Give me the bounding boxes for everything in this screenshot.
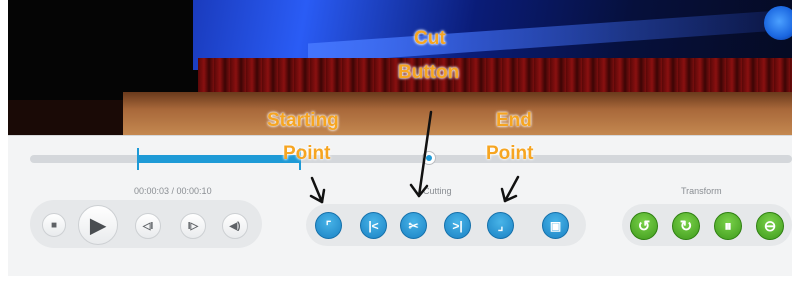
set-start-point-button[interactable]: ⌜ (315, 212, 342, 239)
volume-icon: ◀) (229, 220, 241, 232)
play-button[interactable]: ▶ (78, 205, 118, 245)
set-end-icon: ⌟ (497, 218, 504, 233)
set-end-point-button[interactable]: ⌟ (487, 212, 514, 239)
preview-button[interactable]: ▣ (542, 212, 569, 239)
step-forward-icon: I▷ (187, 220, 199, 232)
stop-icon: ■ (50, 219, 58, 231)
playhead-handle[interactable] (422, 151, 436, 165)
jump-to-start-button[interactable]: |< (360, 212, 387, 239)
jump-to-start-icon: |< (368, 218, 379, 233)
flip-vertical-button[interactable]: ⏸ (714, 212, 742, 240)
end-annotation-line2: Point (486, 143, 534, 164)
jump-to-end-icon: >| (452, 218, 463, 233)
timeline-selection (138, 155, 301, 163)
jump-to-end-button[interactable]: >| (444, 212, 471, 239)
start-annotation-line2: Point (283, 143, 331, 164)
cut-button[interactable]: ✂ (400, 212, 427, 239)
flip-vertical-icon: ⏸ (724, 217, 732, 235)
spotlight (764, 6, 792, 40)
flip-horizontal-button[interactable]: ⊖ (756, 212, 784, 240)
play-icon: ▶ (90, 214, 106, 237)
stop-button[interactable]: ■ (42, 213, 66, 237)
cutting-section-label: Cutting (423, 186, 452, 196)
rotate-right-button[interactable]: ↻ (672, 212, 700, 240)
selection-start-marker[interactable] (137, 148, 139, 170)
flip-horizontal-icon: ⊖ (763, 218, 777, 235)
rotate-left-icon: ↺ (637, 218, 651, 235)
step-forward-button[interactable]: I▷ (180, 213, 206, 239)
step-back-icon: ◁I (142, 220, 154, 232)
rotate-right-icon: ↻ (679, 218, 693, 235)
cut-annotation-line2: Button (398, 62, 460, 83)
cut-annotation-line1: Cut (414, 28, 446, 49)
preview-icon: ▣ (549, 218, 562, 233)
rotate-left-button[interactable]: ↺ (630, 212, 658, 240)
scissors-icon: ✂ (408, 218, 419, 233)
start-annotation-line1: Starting (267, 110, 339, 131)
stage-shadow (8, 100, 123, 135)
step-back-button[interactable]: ◁I (135, 213, 161, 239)
set-start-icon: ⌜ (325, 218, 332, 233)
end-annotation-line1: End (496, 110, 532, 131)
time-readout: 00:00:03 / 00:00:10 (134, 186, 212, 196)
volume-button[interactable]: ◀) (222, 213, 248, 239)
transform-section-label: Transform (681, 186, 722, 196)
stage-floor (123, 92, 792, 135)
